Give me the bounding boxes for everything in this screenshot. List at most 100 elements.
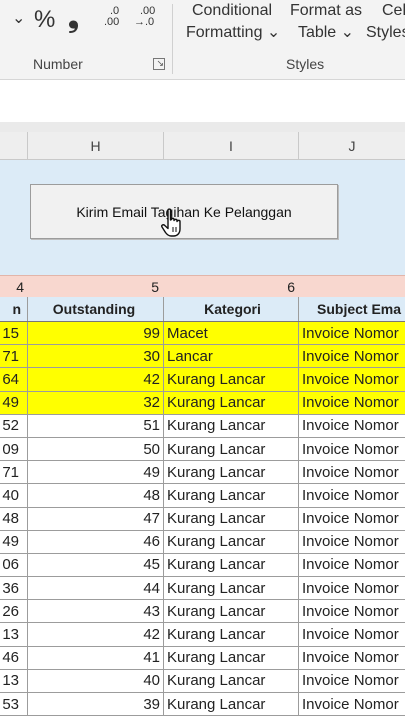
header-cell-g[interactable]: n (0, 297, 28, 321)
cell-g[interactable]: 06 (0, 553, 28, 577)
cell-g[interactable]: 49 (0, 530, 28, 553)
cell-outstanding[interactable]: 49 (28, 461, 164, 484)
cell-g[interactable]: 49 (0, 391, 28, 414)
cell-g[interactable]: 13 (0, 669, 28, 692)
table-row: 46 41 Kurang Lancar Invoice Nomor (0, 646, 405, 670)
cell-kategori[interactable]: Kurang Lancar (164, 507, 299, 530)
cell-outstanding[interactable]: 41 (28, 646, 164, 669)
cell-kategori[interactable]: Kurang Lancar (164, 461, 299, 484)
cell-outstanding[interactable]: 30 (28, 345, 164, 368)
cell-outstanding[interactable]: 42 (28, 623, 164, 646)
cell-g[interactable]: 71 (0, 461, 28, 484)
number-format-dropdown-chevron[interactable]: ⌄ (12, 8, 25, 28)
cell-kategori[interactable]: Kurang Lancar (164, 414, 299, 437)
cell-outstanding[interactable]: 44 (28, 577, 164, 600)
table-header-row: n Outstanding Kategori Subject Ema (0, 297, 405, 322)
cell-g[interactable]: 46 (0, 646, 28, 669)
cell-outstanding[interactable]: 32 (28, 391, 164, 414)
header-cell-subject-email[interactable]: Subject Ema (299, 297, 405, 321)
cell-kategori[interactable]: Kurang Lancar (164, 484, 299, 507)
cell-kategori[interactable]: Kurang Lancar (164, 368, 299, 391)
cell-g[interactable]: 53 (0, 693, 28, 716)
cell-kategori[interactable]: Kurang Lancar (164, 577, 299, 600)
cell-subject-email[interactable]: Invoice Nomor (299, 554, 405, 576)
cell-outstanding[interactable]: 51 (28, 414, 164, 437)
cell-subject-email[interactable]: Invoice Nomor (299, 531, 405, 553)
table-row: 36 44 Kurang Lancar Invoice Nomor (0, 577, 405, 601)
formula-bar-gap (0, 122, 405, 132)
cell-kategori[interactable]: Kurang Lancar (164, 646, 299, 669)
table-row: 71 49 Kurang Lancar Invoice Nomor (0, 461, 405, 485)
cell-g[interactable]: 36 (0, 577, 28, 600)
cell-kategori[interactable]: Kurang Lancar (164, 530, 299, 553)
cell-subject-email[interactable]: Invoice Nomor (299, 392, 405, 414)
cell-kategori[interactable]: Kurang Lancar (164, 693, 299, 716)
percent-style-button[interactable]: % (34, 6, 55, 34)
cell-subject-email[interactable]: Invoice Nomor (299, 508, 405, 530)
column-header-j[interactable]: J (299, 132, 405, 160)
cell-subject-email[interactable]: Invoice Nomor (299, 345, 405, 367)
increase-decimal-button[interactable]: .0 .00 (104, 6, 130, 34)
cell-outstanding[interactable]: 50 (28, 437, 164, 461)
cell-kategori[interactable]: Kurang Lancar (164, 391, 299, 414)
table-row: 13 40 Kurang Lancar Invoice Nomor (0, 669, 405, 693)
cell-subject-email[interactable]: Invoice Nomor (299, 600, 405, 622)
cell-kategori[interactable]: Kurang Lancar (164, 437, 299, 461)
cell-g[interactable]: 64 (0, 368, 28, 391)
cell-g[interactable]: 15 (0, 322, 28, 345)
cell-outstanding[interactable]: 99 (28, 322, 164, 345)
cell-kategori[interactable]: Macet (164, 322, 299, 345)
cell-subject-email[interactable]: Invoice Nomor (299, 438, 405, 460)
conditional-formatting-button[interactable]: Conditional Formatting ⌄ (186, 0, 280, 44)
cell-g[interactable]: 13 (0, 623, 28, 646)
increase-decimal-bottom: .00 (104, 16, 120, 28)
cell-outstanding[interactable]: 40 (28, 669, 164, 692)
decrease-decimal-button[interactable]: .00 →.0 (134, 6, 160, 34)
cell-kategori[interactable]: Kurang Lancar (164, 553, 299, 577)
cell-outstanding[interactable]: 43 (28, 600, 164, 623)
header-cell-kategori[interactable]: Kategori (164, 297, 299, 321)
cell-styles-button[interactable]: Cel Styles (366, 0, 405, 44)
cell-outstanding[interactable]: 45 (28, 553, 164, 577)
cell-g[interactable]: 26 (0, 600, 28, 623)
cell-subject-email[interactable]: Invoice Nomor (299, 322, 405, 344)
column-header-h[interactable]: H (28, 132, 164, 160)
format-as-table-top: Format as (289, 2, 362, 19)
data-table: n Outstanding Kategori Subject Ema 15 99 M… (0, 297, 405, 717)
comma-style-button[interactable]: ❟ (68, 2, 79, 35)
cell-outstanding[interactable]: 46 (28, 530, 164, 553)
cell-outstanding[interactable]: 47 (28, 507, 164, 530)
cell-subject-email[interactable]: Invoice Nomor (299, 461, 405, 483)
column-header-g[interactable] (0, 132, 28, 160)
cell-outstanding[interactable]: 39 (28, 693, 164, 716)
cell-g[interactable]: 09 (0, 437, 28, 461)
cell-subject-email[interactable]: Invoice Nomor (299, 415, 405, 437)
column-header-i[interactable]: I (164, 132, 299, 160)
cell-g[interactable]: 40 (0, 484, 28, 507)
cell-styles-bottom: Styles (366, 24, 405, 41)
cell-kategori[interactable]: Kurang Lancar (164, 623, 299, 646)
cell-kategori[interactable]: Kurang Lancar (164, 600, 299, 623)
cell-kategori[interactable]: Kurang Lancar (164, 669, 299, 692)
number-group-label: Number (33, 56, 83, 72)
cell-subject-email[interactable]: Invoice Nomor (299, 647, 405, 669)
cell-outstanding[interactable]: 48 (28, 484, 164, 507)
number-dialog-launcher-icon[interactable]: ↘ (153, 58, 165, 70)
table-row: 15 99 Macet Invoice Nomor (0, 322, 405, 346)
cell-subject-email[interactable]: Invoice Nomor (299, 368, 405, 390)
format-as-table-button[interactable]: Format as Table ⌄ (286, 0, 366, 44)
cell-subject-email[interactable]: Invoice Nomor (299, 693, 405, 715)
cell-subject-email[interactable]: Invoice Nomor (299, 623, 405, 645)
cell-outstanding[interactable]: 42 (28, 368, 164, 391)
table-row: 48 47 Kurang Lancar Invoice Nomor (0, 507, 405, 531)
cell-subject-email[interactable]: Invoice Nomor (299, 577, 405, 599)
cell-kategori[interactable]: Lancar (164, 345, 299, 368)
table-row: 40 48 Kurang Lancar Invoice Nomor (0, 484, 405, 508)
ribbon: ⌄ % ❟ .0 .00 .00 →.0 Conditional Formatt… (0, 0, 405, 80)
cell-subject-email[interactable]: Invoice Nomor (299, 484, 405, 506)
cell-subject-email[interactable]: Invoice Nomor (299, 670, 405, 692)
cell-g[interactable]: 48 (0, 507, 28, 530)
cell-g[interactable]: 71 (0, 345, 28, 368)
cell-g[interactable]: 52 (0, 414, 28, 437)
header-cell-outstanding[interactable]: Outstanding (28, 297, 164, 321)
